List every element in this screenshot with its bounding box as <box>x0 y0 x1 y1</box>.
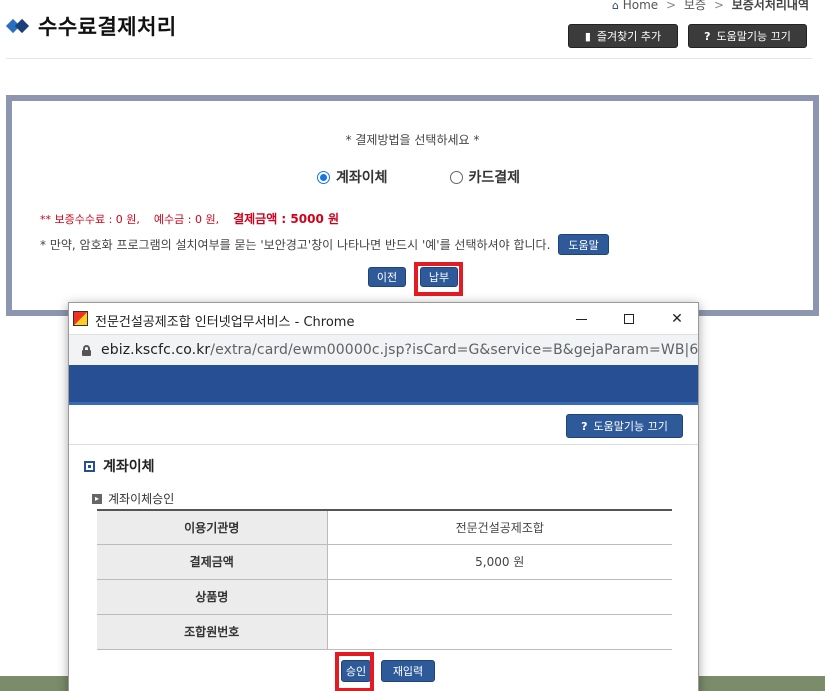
reenter-button[interactable]: 재입력 <box>381 660 435 682</box>
url-host: ebiz.kscfc.co.kr <box>101 342 211 358</box>
security-notice-text: * 만약, 암호화 프로그램의 설치여부를 묻는 '보안경고'창이 나타나면 반… <box>40 238 551 252</box>
table-value <box>327 579 672 615</box>
breadcrumb-separator: > <box>713 0 724 12</box>
security-notice: * 만약, 암호화 프로그램의 설치여부를 묻는 '보안경고'창이 나타나면 반… <box>40 234 609 255</box>
transfer-info-table: 이용기관명 전문건설공제조합 결제금액 5,000 원 상품명 조합원번호 <box>97 509 672 650</box>
radio-card-payment[interactable]: 카드결제 <box>449 167 521 187</box>
help-icon: ? <box>581 419 588 433</box>
address-bar[interactable]: ebiz.kscfc.co.kr/extra/card/ewm00000c.js… <box>69 334 698 365</box>
table-label: 결제금액 <box>97 544 328 580</box>
table-row: 이용기관명 전문건설공제조합 <box>97 510 672 545</box>
prev-button[interactable]: 이전 <box>368 267 406 287</box>
payment-method-radio-group: 계좌이체 카드결제 <box>317 167 520 187</box>
approve-button-highlight <box>335 652 374 691</box>
lock-icon[interactable] <box>82 345 91 356</box>
popup-titlebar[interactable]: 전문건설공제조합 인터넷업무서비스 - Chrome ✕ <box>69 303 698 334</box>
bookmark-icon: ▮ <box>584 29 591 43</box>
minimize-button[interactable] <box>563 307 599 331</box>
table-value <box>327 614 672 650</box>
table-label: 이용기관명 <box>97 510 328 545</box>
help-button[interactable]: 도움말 <box>558 234 609 255</box>
sub-section-title: ▸ 계좌이체승인 <box>92 490 174 507</box>
help-off-button[interactable]: ? 도움말기능 끄기 <box>688 24 807 48</box>
page-title-wrap: 수수료결제처리 <box>5 11 177 41</box>
table-value: 5,000 원 <box>327 544 672 580</box>
maximize-button[interactable] <box>611 307 647 331</box>
popup-divider <box>69 444 698 445</box>
radio-account-transfer-label: 계좌이체 <box>336 170 388 186</box>
deposit-text: 예수금 : 0 원, <box>153 213 220 226</box>
radio-account-transfer[interactable]: 계좌이체 <box>317 167 388 187</box>
payment-method-panel: * 결제방법을 선택하세요 * 계좌이체 카드결제 ** 보증수수료 : 0 원… <box>6 95 819 316</box>
arrow-bullet-icon: ▸ <box>92 493 102 504</box>
bookmark-add-label: 즐겨찾기 추가 <box>596 30 662 43</box>
help-off-label: 도움말기능 끄기 <box>716 30 791 43</box>
table-row: 조합원번호 <box>97 614 672 650</box>
radio-icon[interactable] <box>317 170 330 184</box>
chrome-popup-window: 전문건설공제조합 인터넷업무서비스 - Chrome ✕ ebiz.kscfc.… <box>68 302 699 691</box>
section-title: 계좌이체 <box>84 456 155 476</box>
close-button[interactable]: ✕ <box>659 307 695 331</box>
table-label: 상품명 <box>97 579 328 615</box>
select-method-message: * 결제방법을 선택하세요 * <box>345 133 480 147</box>
table-row: 결제금액 5,000 원 <box>97 544 672 580</box>
fee-summary: ** 보증수수료 : 0 원, 예수금 : 0 원, 결제금액 : 5000 원 <box>40 210 339 227</box>
square-bullet-icon <box>84 460 95 472</box>
sub-section-title-text: 계좌이체승인 <box>108 492 175 506</box>
minimize-icon <box>575 318 587 320</box>
page-title: 수수료결제처리 <box>38 15 177 39</box>
guarantee-fee-text: ** 보증수수료 : 0 원, <box>40 213 140 226</box>
breadcrumb-current: 보증서처리내역 <box>731 0 809 12</box>
breadcrumb-level1[interactable]: 보증 <box>684 0 706 12</box>
breadcrumb-separator: > <box>666 0 677 12</box>
close-icon: ✕ <box>671 311 683 327</box>
maximize-icon <box>624 314 634 324</box>
favicon-icon <box>73 311 88 326</box>
radio-card-payment-label: 카드결제 <box>468 170 521 186</box>
pay-button-highlight <box>414 262 463 296</box>
popup-window-title: 전문건설공제조합 인터넷업무서비스 - Chrome <box>95 315 355 330</box>
url-path: /extra/card/ewm00000c.jsp?isCard=G&servi… <box>210 342 699 358</box>
header-divider <box>6 58 812 59</box>
popup-banner <box>69 365 698 405</box>
section-title-text: 계좌이체 <box>103 459 155 475</box>
radio-icon[interactable] <box>449 170 463 184</box>
popup-help-off-button[interactable]: ? 도움말기능 끄기 <box>566 414 683 438</box>
popup-help-off-label: 도움말기능 끄기 <box>593 420 668 433</box>
bookmark-add-button[interactable]: ▮ 즐겨찾기 추가 <box>568 24 678 48</box>
table-value: 전문건설공제조합 <box>327 510 672 545</box>
url-text[interactable]: ebiz.kscfc.co.kr/extra/card/ewm00000c.js… <box>101 342 699 358</box>
payment-amount-text: 결제금액 : 5000 원 <box>233 212 340 226</box>
home-icon[interactable]: ⌂ <box>612 0 619 12</box>
table-row: 상품명 <box>97 579 672 615</box>
diamond-bullet-icon <box>5 18 32 34</box>
help-icon: ? <box>704 29 711 43</box>
table-label: 조합원번호 <box>97 614 328 650</box>
breadcrumb-home[interactable]: Home <box>623 0 658 12</box>
breadcrumb: ⌂ Home > 보증 > 보증서처리내역 <box>612 0 809 13</box>
